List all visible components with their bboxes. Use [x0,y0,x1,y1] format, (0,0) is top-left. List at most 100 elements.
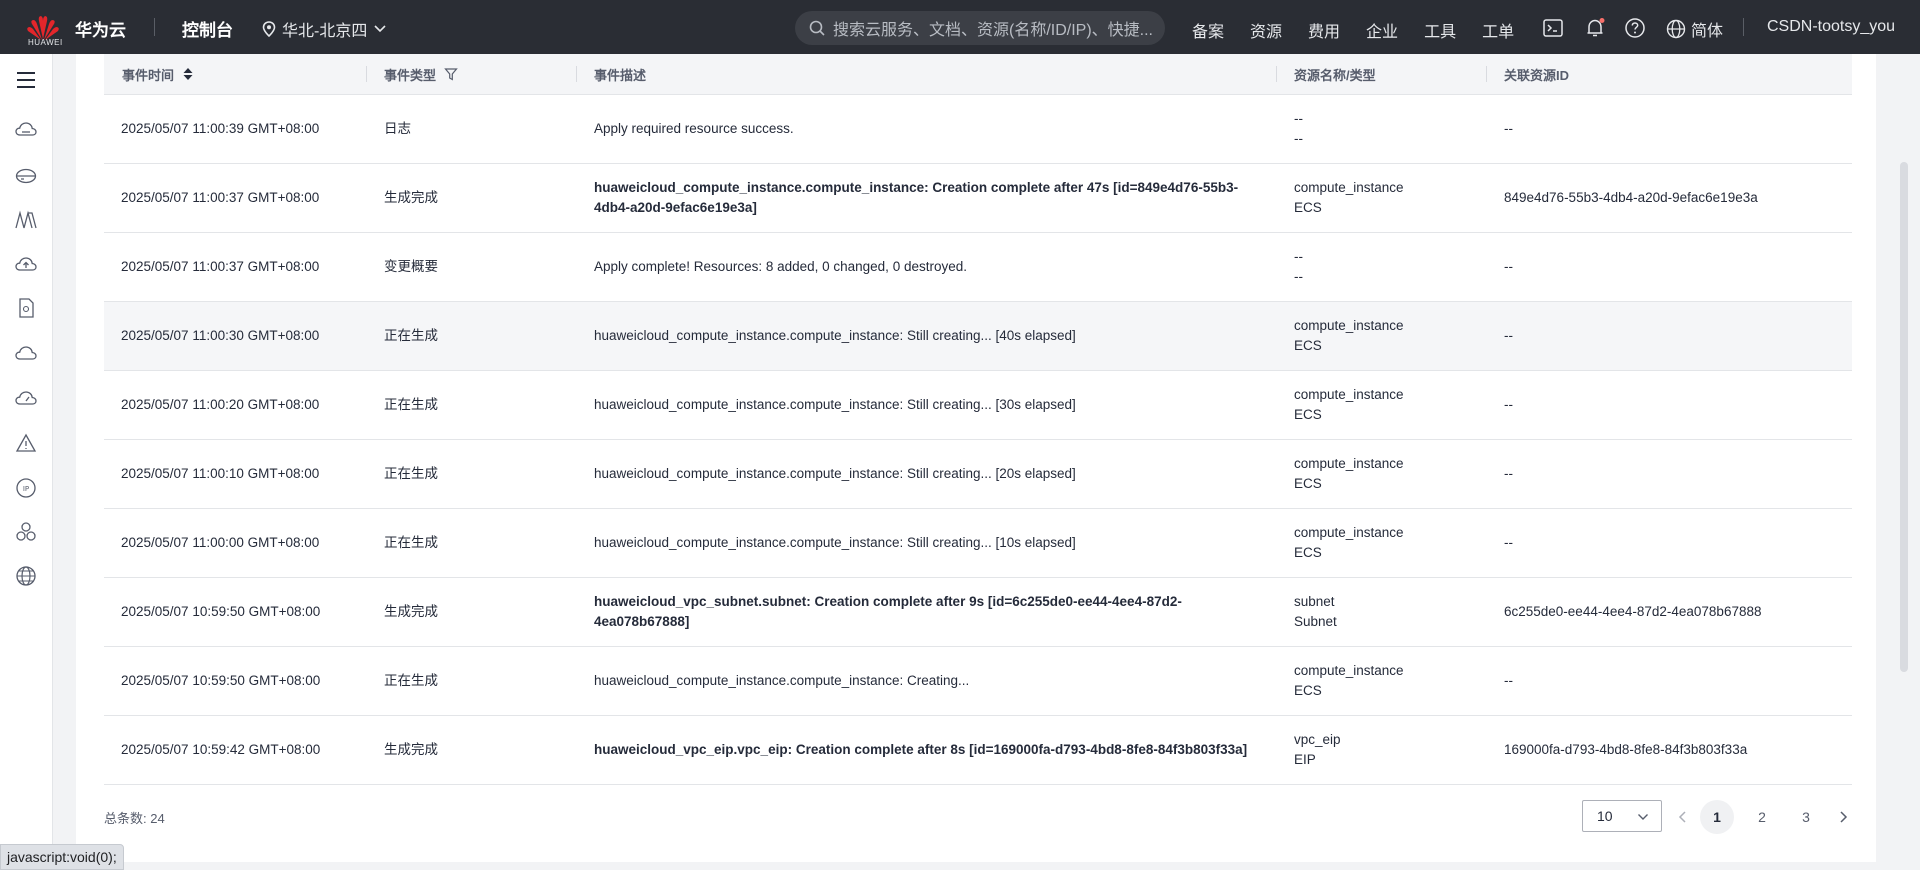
terminal-icon[interactable] [1542,17,1564,39]
page-size-value: 10 [1597,808,1613,824]
nav-link-billing[interactable]: 费用 [1308,18,1340,42]
event-time: 2025/05/07 11:00:30 GMT+08:00 [104,301,366,371]
chevron-right-icon[interactable] [1826,800,1860,834]
resource-name: -- [1294,249,1303,264]
disk-icon[interactable] [14,164,38,188]
column-header-time[interactable]: 事件时间 [104,54,366,95]
warning-icon[interactable] [14,432,38,456]
event-description: Apply required resource success. [576,94,1276,164]
nav-link-beian[interactable]: 备案 [1192,18,1224,42]
logo-text: HUAWEI [28,38,63,47]
pagination-page[interactable]: 2 [1745,800,1779,834]
ip-icon[interactable]: IP [14,476,38,500]
event-description: huaweicloud_vpc_subnet.subnet: Creation … [576,577,1276,647]
table-row[interactable]: 2025/05/07 10:59:50 GMT+08:00 正在生成 huaweic… [104,646,1852,716]
sim-card-icon[interactable] [14,296,38,320]
event-resource: compute_instance ECS [1276,646,1486,716]
console-link[interactable]: 控制台 [182,16,233,41]
globe-icon [1666,19,1686,39]
event-resource-id: -- [1486,439,1852,509]
resource-name: compute_instance [1294,456,1404,471]
table-row[interactable]: 2025/05/07 11:00:39 GMT+08:00 日志 Apply req… [104,94,1852,164]
dashboard-icon[interactable] [14,386,38,410]
cloud-server-icon[interactable] [14,118,38,142]
table-row[interactable]: 2025/05/07 11:00:37 GMT+08:00 生成完成 huaweic… [104,163,1852,233]
resource-name: compute_instance [1294,663,1404,678]
resource-name: -- [1294,111,1303,126]
divider [1743,18,1744,36]
event-time: 2025/05/07 11:00:00 GMT+08:00 [104,508,366,578]
event-description: huaweicloud_compute_instance.compute_ins… [576,646,1276,716]
help-icon[interactable] [1624,17,1646,39]
table-row[interactable]: 2025/05/07 11:00:30 GMT+08:00 正在生成 huaweic… [104,301,1852,371]
table-row[interactable]: 2025/05/07 11:00:00 GMT+08:00 正在生成 huaweic… [104,508,1852,578]
menu-icon[interactable] [14,68,38,92]
column-header-label: 关联资源ID [1504,67,1570,83]
table-row[interactable]: 2025/05/07 11:00:20 GMT+08:00 正在生成 huaweic… [104,370,1852,440]
resource-type: ECS [1294,200,1322,215]
search-placeholder: 搜索云服务、文档、资源(名称/ID/IP)、快捷... [833,22,1154,39]
total-count-label: 总条数: [104,811,147,826]
search-icon [809,20,825,36]
chevron-left-icon[interactable] [1666,800,1700,834]
table-row[interactable]: 2025/05/07 11:00:37 GMT+08:00 变更概要 Apply c… [104,232,1852,302]
table-row[interactable]: 2025/05/07 10:59:42 GMT+08:00 生成完成 huaweic… [104,715,1852,785]
event-resource-id: 849e4d76-55b3-4db4-a20d-9efac6e19e3a [1486,163,1852,233]
pagination-page[interactable]: 3 [1789,800,1823,834]
sort-icon[interactable] [182,67,194,81]
event-table: 事件时间 事件类型 事件描述 资源名称/类型 关联资源ID 2025/05/07… [104,54,1852,785]
filter-icon[interactable] [444,67,458,81]
event-description: huaweicloud_compute_instance.compute_ins… [576,370,1276,440]
chevron-down-icon [374,25,386,33]
event-time: 2025/05/07 11:00:10 GMT+08:00 [104,439,366,509]
table-row[interactable]: 2025/05/07 10:59:50 GMT+08:00 生成完成 huaweic… [104,577,1852,647]
resource-name: compute_instance [1294,318,1404,333]
event-type: 生成完成 [366,163,576,233]
page-size-select[interactable]: 10 [1582,800,1662,832]
event-resource: -- -- [1276,94,1486,164]
resource-name: compute_instance [1294,180,1404,195]
nav-link-tools[interactable]: 工具 [1424,18,1456,42]
network-icon[interactable] [14,208,38,232]
table-header-row: 事件时间 事件类型 事件描述 资源名称/类型 关联资源ID [104,54,1852,95]
cluster-icon[interactable] [14,520,38,544]
event-description: huaweicloud_compute_instance.compute_ins… [576,439,1276,509]
scrollbar-track[interactable] [1878,54,1920,870]
cloud-upload-icon[interactable] [14,252,38,276]
total-count: 总条数: 24 [104,808,165,827]
chevron-down-icon [1638,814,1648,820]
event-resource: compute_instance ECS [1276,163,1486,233]
resource-type: EIP [1294,752,1316,767]
notification-bell-icon[interactable] [1584,17,1606,39]
brand-name[interactable]: 华为云 [75,16,126,41]
event-resource: compute_instance ECS [1276,439,1486,509]
event-time: 2025/05/07 11:00:39 GMT+08:00 [104,94,366,164]
region-selector[interactable]: 华北-北京四 [262,17,387,41]
column-header-label: 资源名称/类型 [1294,67,1376,83]
resource-type: Subnet [1294,614,1337,629]
event-type: 生成完成 [366,715,576,785]
language-selector[interactable]: 简体 [1666,17,1723,41]
resource-type: -- [1294,131,1303,146]
event-description: Apply complete! Resources: 8 added, 0 ch… [576,232,1276,302]
event-resource-id: -- [1486,646,1852,716]
resource-type: ECS [1294,683,1322,698]
globe-icon[interactable] [14,564,38,588]
nav-link-enterprise[interactable]: 企业 [1366,18,1398,42]
event-resource-id: -- [1486,232,1852,302]
pagination-page[interactable]: 1 [1700,800,1734,834]
column-header-label: 事件描述 [594,67,647,83]
event-time: 2025/05/07 10:59:42 GMT+08:00 [104,715,366,785]
scrollbar-thumb[interactable] [1900,162,1908,672]
user-account-menu[interactable]: CSDN-tootsy_you [1767,18,1895,36]
event-time: 2025/05/07 11:00:37 GMT+08:00 [104,232,366,302]
event-resource: compute_instance ECS [1276,301,1486,371]
cloud-icon[interactable] [14,342,38,366]
event-description: huaweicloud_compute_instance.compute_ins… [576,301,1276,371]
search-input[interactable]: 搜索云服务、文档、资源(名称/ID/IP)、快捷... [795,11,1165,45]
table-row[interactable]: 2025/05/07 11:00:10 GMT+08:00 正在生成 huaweic… [104,439,1852,509]
nav-link-resources[interactable]: 资源 [1250,18,1282,42]
nav-link-tickets[interactable]: 工单 [1482,18,1514,42]
notification-dot [1599,18,1605,23]
column-header-type[interactable]: 事件类型 [366,54,576,95]
